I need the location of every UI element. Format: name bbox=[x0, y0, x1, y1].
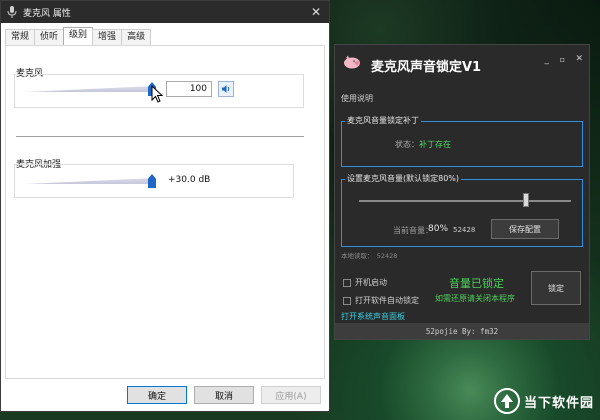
microphone-properties-dialog: 麦克风 属性 ✕ 常规 侦听 级别 增强 高级 麦克风 100 麦克风加强 +3… bbox=[0, 0, 330, 412]
current-volume-raw: 52428 bbox=[453, 226, 476, 234]
tab-levels[interactable]: 级别 bbox=[63, 27, 94, 45]
volume-slider-track[interactable] bbox=[359, 200, 571, 202]
autostart-label: 开机启动 bbox=[355, 278, 387, 287]
restore-hint-text: 如需还原请关闭本程序 bbox=[435, 294, 515, 303]
patch-status-label: 状态： bbox=[395, 140, 419, 149]
watermark-text: 当下软件园 bbox=[523, 395, 594, 411]
menu-instructions[interactable]: 使用说明 bbox=[341, 93, 373, 104]
minimize-icon[interactable]: _ bbox=[545, 55, 550, 65]
mic-level-value[interactable]: 100 bbox=[166, 81, 212, 97]
mic-boost-value: +30.0 dB bbox=[164, 173, 226, 189]
close-icon[interactable]: ✕ bbox=[575, 54, 583, 64]
ok-button[interactable]: 确定 bbox=[127, 386, 187, 404]
dialog-tabs: 常规 侦听 级别 增强 高级 bbox=[5, 27, 152, 45]
autostart-checkbox[interactable] bbox=[343, 278, 351, 287]
tool-title: 麦克风声音锁定V1 bbox=[371, 60, 482, 75]
apply-button[interactable]: 应用(A) bbox=[261, 386, 321, 404]
locked-status-text: 音量已锁定 bbox=[449, 277, 504, 290]
mute-toggle-button[interactable] bbox=[218, 81, 234, 97]
footer-credit: 52pojie By: fm32 bbox=[335, 323, 589, 339]
mic-lock-tool-window: 麦克风声音锁定V1 _ ▫ ✕ 使用说明 麦克风音量锁定补丁 状态：补丁存在 设… bbox=[334, 44, 590, 340]
cancel-button[interactable]: 取消 bbox=[194, 386, 254, 404]
close-icon[interactable]: ✕ bbox=[303, 1, 329, 23]
speaker-icon bbox=[222, 85, 230, 93]
current-volume-label: 当前音量： bbox=[393, 226, 433, 235]
autolock-label: 打开软件自动锁定 bbox=[355, 296, 419, 305]
patch-box-title: 麦克风音量锁定补丁 bbox=[345, 115, 421, 126]
lock-button[interactable]: 锁定 bbox=[531, 271, 581, 305]
watermark-logo-icon bbox=[493, 388, 520, 414]
maximize-icon[interactable]: ▫ bbox=[560, 55, 565, 64]
tab-advanced[interactable]: 高级 bbox=[121, 29, 152, 45]
current-volume-value: 80% bbox=[428, 224, 449, 234]
autolock-checkbox[interactable] bbox=[343, 296, 351, 305]
tab-enhancements[interactable]: 增强 bbox=[92, 29, 123, 45]
autostart-option[interactable]: 开机启动 bbox=[343, 277, 387, 288]
patch-status-line: 状态：补丁存在 bbox=[395, 139, 451, 150]
mouse-cursor-icon bbox=[151, 85, 164, 103]
levels-panel: 麦克风 100 麦克风加强 +30.0 dB bbox=[5, 45, 325, 379]
tool-titlebar[interactable]: 麦克风声音锁定V1 _ ▫ ✕ bbox=[335, 45, 589, 79]
tab-general[interactable]: 常规 bbox=[5, 29, 36, 45]
microphone-icon bbox=[7, 6, 17, 18]
pig-logo-icon bbox=[344, 55, 360, 69]
tab-listen[interactable]: 侦听 bbox=[34, 29, 65, 45]
dialog-titlebar[interactable]: 麦克风 属性 ✕ bbox=[1, 1, 329, 23]
patch-status-box bbox=[341, 121, 583, 167]
watermark: 当下软件园 bbox=[493, 388, 594, 414]
patch-status-value: 补丁存在 bbox=[419, 140, 451, 149]
save-config-button[interactable]: 保存配置 bbox=[491, 219, 559, 239]
volume-slider-thumb[interactable] bbox=[523, 193, 529, 207]
section-divider bbox=[16, 136, 304, 137]
open-sound-panel-link[interactable]: 打开系统声音面板 bbox=[341, 311, 405, 322]
autolock-option[interactable]: 打开软件自动锁定 bbox=[343, 295, 419, 306]
dialog-title: 麦克风 属性 bbox=[23, 8, 71, 19]
volume-box-title: 设置麦克风音量(默认锁定80%) bbox=[345, 173, 462, 184]
local-read-value: 本地读取： 52428 bbox=[341, 252, 398, 260]
